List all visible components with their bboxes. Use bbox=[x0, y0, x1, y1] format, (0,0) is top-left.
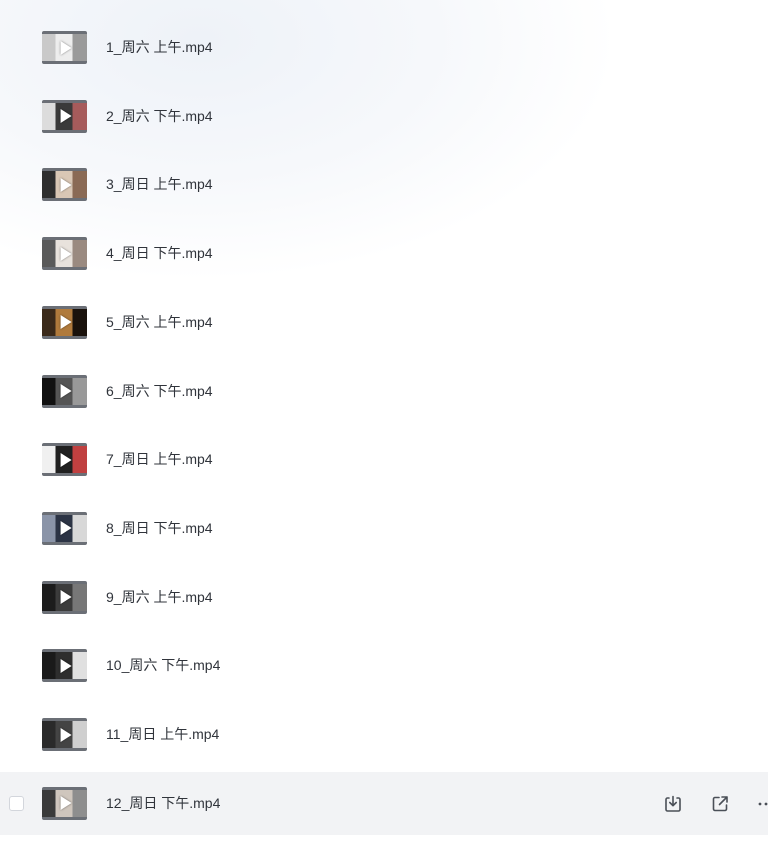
file-name[interactable]: 3_周日 上午.mp4 bbox=[106, 175, 213, 193]
play-icon bbox=[60, 315, 72, 330]
play-icon bbox=[60, 521, 72, 536]
file-row[interactable]: 3_周日 上午.mp4 bbox=[0, 153, 768, 216]
play-icon bbox=[60, 452, 72, 467]
more-icon bbox=[758, 802, 768, 806]
file-row[interactable]: 2_周六 下午.mp4 bbox=[0, 85, 768, 148]
play-icon bbox=[60, 40, 72, 55]
download-icon bbox=[665, 795, 681, 812]
file-row[interactable]: 10_周六 下午.mp4 bbox=[0, 634, 768, 697]
file-name[interactable]: 1_周六 上午.mp4 bbox=[106, 38, 213, 56]
file-name[interactable]: 5_周六 上午.mp4 bbox=[106, 313, 213, 331]
file-row[interactable]: 6_周六 下午.mp4 bbox=[0, 360, 768, 423]
open-external-button[interactable] bbox=[710, 794, 730, 814]
video-thumbnail[interactable] bbox=[42, 511, 87, 545]
play-icon bbox=[60, 109, 72, 124]
video-thumbnail[interactable] bbox=[42, 580, 87, 614]
file-row[interactable]: 1_周六 上午.mp4 bbox=[0, 16, 768, 79]
download-button[interactable] bbox=[663, 794, 683, 814]
file-row[interactable]: 4_周日 下午.mp4 bbox=[0, 222, 768, 285]
open-external-icon bbox=[712, 795, 728, 811]
file-name[interactable]: 11_周日 上午.mp4 bbox=[106, 725, 219, 743]
video-thumbnail[interactable] bbox=[42, 168, 87, 202]
more-button[interactable] bbox=[756, 794, 768, 814]
video-thumbnail[interactable] bbox=[42, 305, 87, 339]
play-icon bbox=[60, 177, 72, 192]
row-actions bbox=[638, 772, 768, 835]
file-name[interactable]: 2_周六 下午.mp4 bbox=[106, 107, 213, 125]
video-thumbnail[interactable] bbox=[42, 786, 87, 820]
play-icon bbox=[60, 384, 72, 398]
select-checkbox[interactable] bbox=[9, 795, 24, 811]
file-row[interactable]: 5_周六 上午.mp4 bbox=[0, 291, 768, 354]
file-name[interactable]: 9_周六 上午.mp4 bbox=[106, 588, 213, 606]
file-row[interactable]: 8_周日 下午.mp4 bbox=[0, 497, 768, 560]
video-thumbnail[interactable] bbox=[42, 443, 87, 477]
file-name[interactable]: 4_周日 下午.mp4 bbox=[106, 244, 213, 262]
video-thumbnail[interactable] bbox=[42, 99, 87, 133]
play-icon bbox=[60, 246, 72, 261]
file-name[interactable]: 7_周日 上午.mp4 bbox=[106, 450, 213, 468]
file-row[interactable]: 7_周日 上午.mp4 bbox=[0, 428, 768, 491]
video-thumbnail[interactable] bbox=[42, 374, 87, 408]
video-thumbnail[interactable] bbox=[42, 649, 87, 683]
play-icon bbox=[60, 727, 72, 742]
file-name[interactable]: 12_周日 下午.mp4 bbox=[106, 794, 220, 812]
file-name[interactable]: 6_周六 下午.mp4 bbox=[106, 382, 213, 400]
video-thumbnail[interactable] bbox=[42, 31, 87, 64]
video-thumbnail[interactable] bbox=[42, 718, 87, 751]
file-name[interactable]: 8_周日 下午.mp4 bbox=[106, 519, 213, 537]
file-row[interactable]: 9_周六 上午.mp4 bbox=[0, 566, 768, 629]
file-row[interactable]: 11_周日 上午.mp4 bbox=[0, 703, 768, 766]
play-icon bbox=[60, 796, 72, 811]
file-row[interactable]: 12_周日 下午.mp4 bbox=[0, 771, 768, 835]
file-name[interactable]: 10_周六 下午.mp4 bbox=[106, 656, 220, 674]
play-icon bbox=[60, 658, 72, 673]
video-thumbnail[interactable] bbox=[42, 237, 87, 271]
play-icon bbox=[60, 590, 72, 605]
